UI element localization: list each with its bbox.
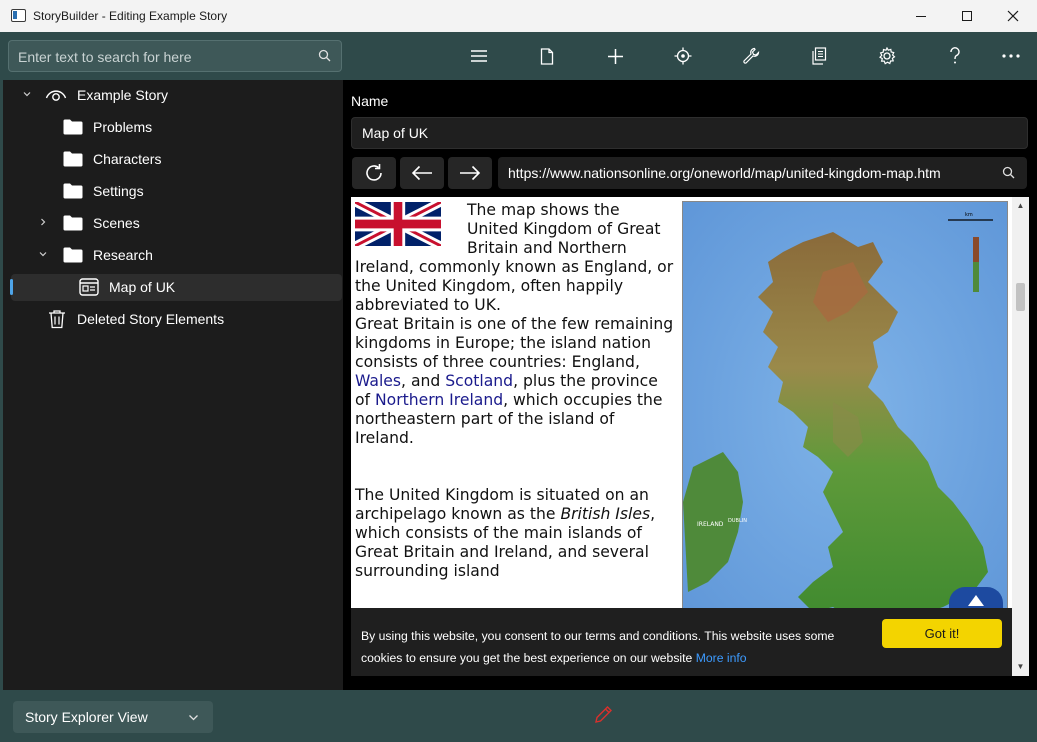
folder-icon <box>63 151 83 167</box>
folder-icon <box>63 215 83 231</box>
tree-item-label: Research <box>93 247 153 263</box>
search-input[interactable] <box>18 47 308 67</box>
chevron-down-icon[interactable] <box>37 249 49 261</box>
tree-item-characters[interactable]: Characters <box>3 145 338 173</box>
toolbar <box>0 32 1037 80</box>
new-file-icon[interactable] <box>535 44 559 68</box>
minimize-button[interactable] <box>898 0 944 32</box>
tree-item-label: Scenes <box>93 215 140 231</box>
name-field[interactable]: Map of UK <box>351 117 1028 149</box>
tree-item-label: Example Story <box>77 87 169 103</box>
view-selector-value: Story Explorer View <box>25 709 148 725</box>
search-icon[interactable] <box>318 49 331 62</box>
tree-item-example-story[interactable]: Example Story <box>3 81 338 109</box>
name-label: Name <box>351 93 389 109</box>
arrow-up-icon <box>968 595 984 606</box>
trash-icon <box>49 310 65 329</box>
chevron-down-icon <box>188 701 199 736</box>
cookie-banner: By using this website, you consent to ou… <box>351 608 1012 676</box>
folder-icon <box>63 247 83 263</box>
link-northern-ireland[interactable]: Northern Ireland <box>375 391 503 409</box>
refresh-button[interactable] <box>352 157 396 189</box>
tree-item-scenes[interactable]: Scenes <box>3 209 338 237</box>
uk-flag-image <box>355 202 441 246</box>
back-button[interactable] <box>400 157 444 189</box>
close-icon <box>1007 10 1019 22</box>
search-icon[interactable] <box>1002 166 1015 179</box>
got-it-button[interactable]: Got it! <box>882 619 1002 648</box>
tree-item-deleted-story-elements[interactable]: Deleted Story Elements <box>3 305 338 333</box>
help-icon[interactable] <box>943 44 967 68</box>
scroll-thumb[interactable] <box>1016 283 1025 311</box>
arrow-right-icon <box>460 165 481 181</box>
map-label-ireland: IRELAND <box>697 521 724 528</box>
eye-icon <box>45 90 67 101</box>
arrow-left-icon <box>411 165 432 181</box>
app-icon <box>11 9 26 22</box>
map-label-dublin: DUBLIN <box>728 518 747 524</box>
folder-icon <box>63 119 83 135</box>
paragraph-2: The United Kingdom is situated on an arc… <box>355 486 675 581</box>
more-info-link[interactable]: More info <box>696 651 747 665</box>
web-scrollbar[interactable]: ▲ ▼ <box>1012 197 1029 676</box>
tree-item-label: Problems <box>93 119 153 135</box>
cookie-text: By using this website, you consent to ou… <box>361 629 835 665</box>
more-icon[interactable] <box>999 44 1023 68</box>
folder-icon <box>63 183 83 199</box>
maximize-button[interactable] <box>944 0 990 32</box>
tree-item-label: Deleted Story Elements <box>77 311 225 327</box>
web-view[interactable]: The map shows the United Kingdom of Grea… <box>351 197 1029 676</box>
web-page-icon <box>79 278 99 296</box>
url-field[interactable]: https://www.nationsonline.org/oneworld/m… <box>498 157 1027 189</box>
paragraph-1-text: , and <box>401 372 441 390</box>
add-icon[interactable] <box>603 44 627 68</box>
tree-item-problems[interactable]: Problems <box>3 113 338 141</box>
tree-item-label: Characters <box>93 151 162 167</box>
gear-icon[interactable] <box>875 44 899 68</box>
search-box[interactable] <box>8 40 342 72</box>
close-button[interactable] <box>990 0 1036 32</box>
url-text: https://www.nationsonline.org/oneworld/m… <box>508 165 941 181</box>
window-title: StoryBuilder - Editing Example Story <box>33 9 228 23</box>
tree-item-research[interactable]: Research <box>3 241 338 269</box>
copy-icon[interactable] <box>807 44 831 68</box>
chevron-down-icon[interactable] <box>21 89 33 101</box>
bottom-bar: Story Explorer View <box>0 690 1037 742</box>
cookie-message: By using this website, you consent to ou… <box>361 625 871 669</box>
paragraph-2-emphasis: British Isles <box>560 505 651 523</box>
link-scotland[interactable]: Scotland <box>445 372 513 390</box>
paragraph-1-text: Great Britain is one of the few remainin… <box>355 315 674 371</box>
article-text: The map shows the United Kingdom of Grea… <box>355 201 675 581</box>
edit-pencil-icon[interactable] <box>592 704 614 726</box>
link-wales[interactable]: Wales <box>355 372 401 390</box>
forward-button[interactable] <box>448 157 492 189</box>
target-icon[interactable] <box>671 44 695 68</box>
scroll-down-arrow[interactable]: ▼ <box>1016 662 1025 671</box>
tree-item-label: Map of UK <box>109 279 176 295</box>
tree-item-label: Settings <box>93 183 144 199</box>
view-selector[interactable]: Story Explorer View <box>13 701 213 733</box>
menu-icon[interactable] <box>467 44 491 68</box>
tree-item-settings[interactable]: Settings <box>3 177 338 205</box>
refresh-icon <box>366 164 382 181</box>
scroll-up-arrow[interactable]: ▲ <box>1016 201 1025 210</box>
title-bar: StoryBuilder - Editing Example Story <box>0 0 1037 32</box>
uk-map-image: IRELAND DUBLIN km <box>682 201 1008 621</box>
wrench-icon[interactable] <box>739 44 763 68</box>
chevron-right-icon[interactable] <box>37 217 49 229</box>
tree-item-map-of-uk[interactable]: Map of UK <box>3 273 338 301</box>
map-scale-label: km <box>965 212 973 218</box>
story-explorer-pane: Example Story Problems Characters Settin… <box>0 80 343 690</box>
